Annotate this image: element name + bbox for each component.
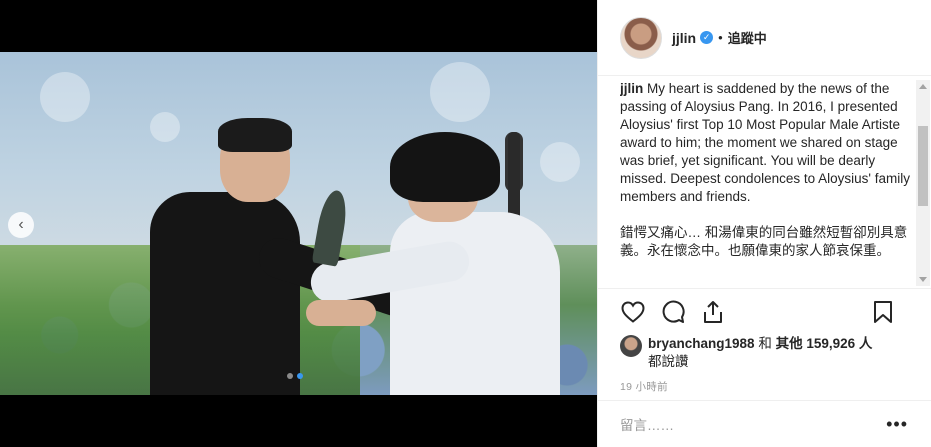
avatar[interactable] — [620, 16, 662, 59]
comment-button[interactable] — [660, 299, 686, 325]
chevron-left-icon: ‹ — [18, 216, 24, 233]
more-options-button[interactable]: ••• — [886, 414, 908, 435]
heart-icon — [621, 301, 645, 323]
likes-joiner: 和 — [754, 336, 776, 351]
post-photo — [0, 52, 597, 395]
scroll-thumb[interactable] — [918, 126, 928, 206]
caption: jjlin My heart is saddened by the news o… — [620, 76, 912, 288]
post-media: ‹ — [0, 0, 597, 447]
caption-text-zh: 錯愕又痛心… 和湯偉東的同台雖然短暫卻別具意義。永在懷念中。也願偉東的家人節哀保… — [620, 225, 908, 258]
caption-username[interactable]: jjlin — [620, 81, 643, 96]
share-button[interactable] — [700, 299, 726, 325]
scroll-down-icon[interactable] — [919, 277, 927, 282]
like-button[interactable] — [620, 299, 646, 325]
comment-icon — [662, 300, 685, 323]
post-actions-area: bryanchang1988 和 其他 159,926 人 都說讚 19 小時前 — [598, 288, 931, 394]
carousel-dot-active — [297, 373, 303, 379]
post-timestamp[interactable]: 19 小時前 — [598, 379, 931, 394]
liker-username[interactable]: bryanchang1988 — [648, 336, 755, 351]
post-sidebar: jjlin ✓ • 追蹤中 jjlin My heart is saddened… — [597, 0, 931, 447]
username-link[interactable]: jjlin — [672, 30, 696, 46]
comment-bar: 留言…… ••• — [598, 400, 931, 447]
carousel-indicator — [287, 373, 303, 379]
likes-summary: bryanchang1988 和 其他 159,926 人 都說讚 — [598, 335, 931, 371]
likes-suffix: 都說讚 — [648, 354, 689, 369]
save-button[interactable] — [870, 299, 896, 325]
bookmark-icon — [874, 301, 892, 323]
following-button[interactable]: 追蹤中 — [728, 28, 767, 47]
previous-button[interactable]: ‹ — [8, 212, 34, 238]
carousel-dot — [287, 373, 293, 379]
likes-count[interactable]: 其他 159,926 人 — [776, 336, 873, 351]
action-bar — [598, 289, 931, 335]
share-icon — [704, 301, 722, 323]
post-header: jjlin ✓ • 追蹤中 — [598, 0, 931, 76]
caption-scrollbar[interactable] — [916, 80, 930, 286]
scroll-up-icon[interactable] — [919, 84, 927, 89]
comment-input[interactable]: 留言…… — [620, 414, 886, 434]
verified-icon: ✓ — [700, 31, 714, 44]
liker-avatar[interactable] — [620, 335, 642, 357]
caption-text-en: My heart is saddened by the news of the … — [620, 81, 910, 204]
separator: • — [718, 30, 723, 45]
